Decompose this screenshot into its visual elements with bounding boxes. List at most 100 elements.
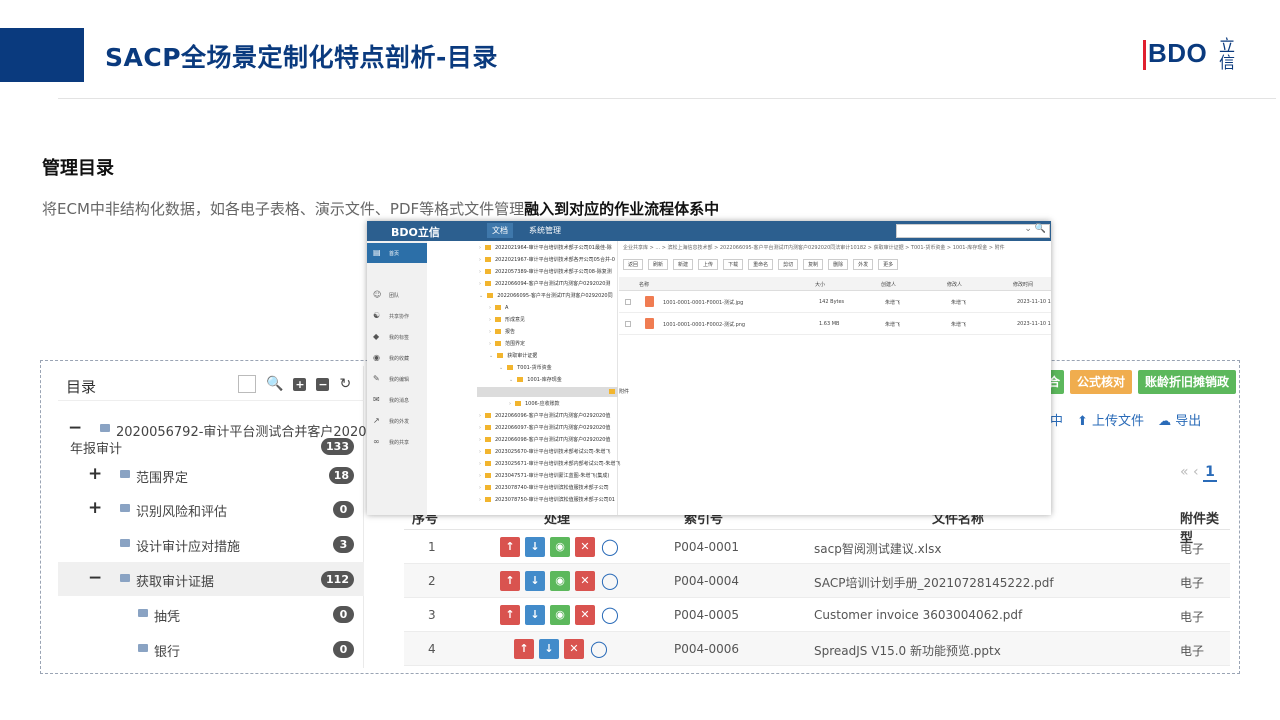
folder-node[interactable]: › 2023078750-审计平台培训滨松值服技术部子公司01	[479, 495, 615, 505]
tree-node-voucher[interactable]: 抽凭 0	[58, 597, 364, 631]
folder-node[interactable]: ⌄ T001-货币资金	[499, 363, 552, 373]
download-button[interactable]: 下载	[723, 259, 744, 270]
file-row[interactable]: 1001-0001-0001-F0002-测试.png 1.63 MB 朱增飞 …	[619, 313, 1051, 335]
view-icon[interactable]: ◉	[550, 571, 570, 591]
folder-node[interactable]: ⌄ 2022066095-客户平台测试IT内测客户0292020同	[479, 291, 613, 301]
aging-depreciation-button[interactable]: 账龄折旧摊销政	[1138, 370, 1237, 394]
delete-icon[interactable]: ✕	[575, 571, 595, 591]
file-row[interactable]: 1001-0001-0001-F0001-测试.jpg 142 Bytes 朱增…	[619, 291, 1051, 313]
send-out-button[interactable]: 外发	[853, 259, 874, 270]
folder-node[interactable]: › 2022066097-客户平台测试IT内测客户0292020值	[479, 423, 610, 433]
refresh-icon[interactable]: ↻	[339, 376, 351, 392]
table-row[interactable]: 4 ↑ ↓ ✕ ◯ P004-0006 SpreadJS V15.0 新功能预览…	[404, 632, 1230, 666]
folder-node[interactable]: › 报告	[489, 327, 515, 337]
folder-node-selected[interactable]: 附件	[477, 387, 629, 397]
upload-icon[interactable]: ↑	[500, 571, 520, 591]
tree-node-bank[interactable]: 银行 0	[58, 632, 364, 666]
tree-search-box[interactable]	[238, 375, 256, 393]
folder-node[interactable]: ⌄ 获取审计证据	[489, 351, 537, 361]
download-icon[interactable]: ↓	[525, 571, 545, 591]
refresh-button[interactable]: 刷新	[648, 259, 669, 270]
tree-node-scope[interactable]: + 范围界定 18	[58, 458, 364, 492]
col-name[interactable]: 名称	[639, 281, 649, 288]
row-checkbox[interactable]	[625, 299, 631, 305]
table-row[interactable]: 1 ↑ ↓ ◉ ✕ ◯ P004-0001 sacp智阅测试建议.xlsx 电子	[404, 530, 1230, 564]
sidebar-item-messages[interactable]: ✉ 我的消息	[367, 390, 427, 410]
folder-node[interactable]: › 2023078740-审计平台培训滨松值服技术部子公司	[479, 483, 609, 493]
tree-node-root[interactable]: − 2020056792-审计平台测试合并客户2020 年报审计 133	[58, 412, 367, 458]
upload-icon[interactable]: ↑	[500, 537, 520, 557]
upload-file-link[interactable]: ⬆ 上传文件	[1077, 410, 1144, 430]
folder-node[interactable]: › 2022066094-客户平台测试IT内测客户0292020测	[479, 279, 610, 289]
sidebar-item-shared[interactable]: ∞ 我的共享	[367, 432, 427, 452]
folder-node[interactable]: › 2022066098-客户平台测试IT内测客户0292020值	[479, 435, 610, 445]
comment-icon[interactable]: ◯	[600, 605, 620, 625]
col-creator[interactable]: 创建人	[881, 281, 896, 288]
sidebar-item-home[interactable]: ▤ 首页	[367, 243, 427, 263]
cell-filename[interactable]: sacp智阅测试建议.xlsx	[814, 540, 941, 557]
collapse-all-icon[interactable]: −	[316, 377, 330, 391]
delete-button[interactable]: 删除	[828, 259, 849, 270]
cell-filename[interactable]: SACP培训计划手册_20210728145222.pdf	[814, 574, 1054, 591]
folder-node[interactable]: › 2022021967-审计平台培训技术部各开公司05合并-0	[479, 255, 615, 265]
download-icon[interactable]: ↓	[525, 537, 545, 557]
col-size[interactable]: 大小	[815, 281, 825, 288]
back-button[interactable]: 返回	[623, 259, 644, 270]
search-icon[interactable]: ⌄ 🔍	[1024, 224, 1046, 234]
pager-current[interactable]: 1	[1203, 464, 1217, 482]
tree-node-risk[interactable]: + 识别风险和评估 0	[58, 492, 364, 526]
folder-node[interactable]: ⌄ 1001-库存现金	[509, 375, 562, 385]
delete-icon[interactable]: ✕	[575, 605, 595, 625]
tab-docs[interactable]: 文档	[487, 223, 513, 238]
table-row[interactable]: 2 ↑ ↓ ◉ ✕ ◯ P004-0004 SACP培训计划手册_2021072…	[404, 564, 1230, 598]
expand-icon[interactable]: +	[88, 500, 102, 517]
file-name[interactable]: 1001-0001-0001-F0001-测试.jpg	[663, 299, 743, 306]
col-mtime[interactable]: 修改时间	[1013, 281, 1033, 288]
delete-icon[interactable]: ✕	[564, 639, 584, 659]
upload-icon[interactable]: ↑	[514, 639, 534, 659]
folder-node[interactable]: › 2023047571-审计平台培训蒙江蓝图-朱增飞(集成)	[479, 471, 609, 481]
download-icon[interactable]: ↓	[539, 639, 559, 659]
formula-check-button[interactable]: 公式核对	[1070, 370, 1133, 394]
cut-button[interactable]: 剪切	[778, 259, 799, 270]
rename-button[interactable]: 重命名	[748, 259, 774, 270]
partial-action[interactable]: 中	[1050, 410, 1063, 430]
expand-all-icon[interactable]: +	[293, 377, 307, 391]
folder-node[interactable]: › 形成意见	[489, 315, 525, 325]
comment-icon[interactable]: ◯	[600, 571, 620, 591]
file-name[interactable]: 1001-0001-0001-F0002-测试.png	[663, 321, 745, 328]
download-icon[interactable]: ↓	[525, 605, 545, 625]
view-icon[interactable]: ◉	[550, 605, 570, 625]
new-button[interactable]: 新建	[673, 259, 694, 270]
folder-node[interactable]: › 范围界定	[489, 339, 525, 349]
folder-node[interactable]: › 2023025671-审计平台培训技术部内部考试公司-朱增飞	[479, 459, 620, 469]
col-modifier[interactable]: 修改人	[947, 281, 962, 288]
sidebar-item-edit[interactable]: ✎ 我的编辑	[367, 369, 427, 389]
breadcrumb[interactable]: 企业共享库 > ... > 滨松上海信息技术部 > 2022066095-客户平…	[623, 244, 1005, 251]
folder-node[interactable]: › 2022066096-客户平台测试IT内测客户0292020值	[479, 411, 610, 421]
more-button[interactable]: 更多	[878, 259, 899, 270]
search-icon[interactable]: 🔍	[266, 376, 283, 392]
view-icon[interactable]: ◉	[550, 537, 570, 557]
delete-icon[interactable]: ✕	[575, 537, 595, 557]
export-link[interactable]: ☁ 导出	[1158, 410, 1201, 430]
upload-button[interactable]: 上传	[698, 259, 719, 270]
folder-node[interactable]: › 1006-应收账款	[509, 399, 560, 409]
cell-filename[interactable]: Customer invoice 3603004062.pdf	[814, 608, 1022, 622]
pager-prev[interactable]: « ‹	[1180, 464, 1199, 480]
sidebar-item-team[interactable]: ☺ 团队	[367, 285, 427, 305]
upload-icon[interactable]: ↑	[500, 605, 520, 625]
sidebar-item-share[interactable]: ☯ 共享协作	[367, 306, 427, 326]
expand-icon[interactable]: +	[88, 466, 102, 483]
comment-icon[interactable]: ◯	[600, 537, 620, 557]
tree-node-evidence[interactable]: − 获取审计证据 112	[58, 562, 364, 596]
sidebar-item-tags[interactable]: ◆ 我的标签	[367, 327, 427, 347]
ecm-search-input[interactable]: ⌄ 🔍	[896, 224, 1050, 238]
comment-icon[interactable]: ◯	[589, 639, 609, 659]
folder-node[interactable]: › 2022057389-审计平台培训技术部子公司08-除复测	[479, 267, 612, 277]
copy-button[interactable]: 复制	[803, 259, 824, 270]
tab-system[interactable]: 系统管理	[529, 225, 561, 236]
row-checkbox[interactable]	[625, 321, 631, 327]
folder-node[interactable]: › 2022021964-审计平台培训技术部子公司01最佳-除	[479, 243, 612, 253]
sidebar-item-outgoing[interactable]: ↗ 我的外发	[367, 411, 427, 431]
